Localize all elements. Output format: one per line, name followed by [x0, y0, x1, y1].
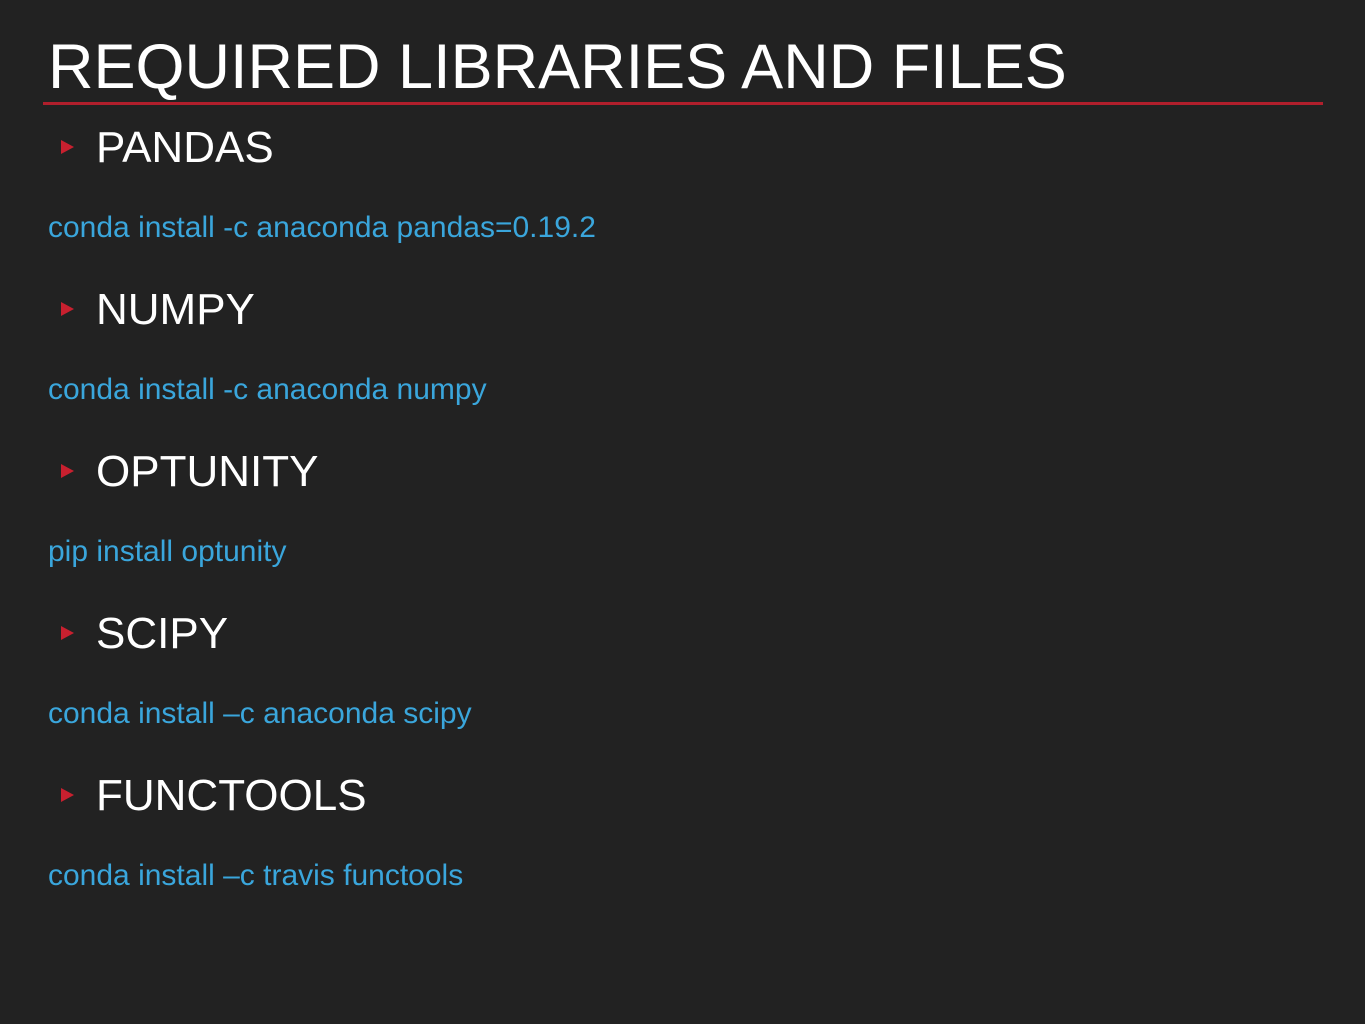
install-command: conda install -c anaconda numpy — [48, 373, 487, 406]
install-command: conda install –c travis functools — [48, 859, 464, 892]
library-heading: PANDAS — [96, 123, 274, 172]
library-heading: OPTUNITY — [96, 447, 319, 496]
triangle-right-icon — [61, 302, 74, 316]
library-item-pandas: PANDAS conda install -c anaconda pandas=… — [0, 123, 1365, 288]
title-underline — [43, 102, 1323, 105]
install-command: conda install -c anaconda pandas=0.19.2 — [48, 211, 596, 244]
triangle-right-icon — [61, 464, 74, 478]
install-command: conda install –c anaconda scipy — [48, 697, 472, 730]
triangle-right-icon — [61, 788, 74, 802]
slide-title: REQUIRED LIBRARIES AND FILES — [48, 32, 1067, 102]
library-heading: FUNCTOOLS — [96, 771, 367, 820]
slide: REQUIRED LIBRARIES AND FILES PANDAS cond… — [0, 0, 1365, 1024]
library-item-scipy: SCIPY conda install –c anaconda scipy — [0, 609, 1365, 774]
library-item-functools: FUNCTOOLS conda install –c travis functo… — [0, 771, 1365, 936]
library-heading: SCIPY — [96, 609, 229, 658]
triangle-right-icon — [61, 140, 74, 154]
install-command: pip install optunity — [48, 535, 287, 568]
library-item-optunity: OPTUNITY pip install optunity — [0, 447, 1365, 612]
triangle-right-icon — [61, 626, 74, 640]
library-item-numpy: NUMPY conda install -c anaconda numpy — [0, 285, 1365, 450]
library-heading: NUMPY — [96, 285, 255, 334]
